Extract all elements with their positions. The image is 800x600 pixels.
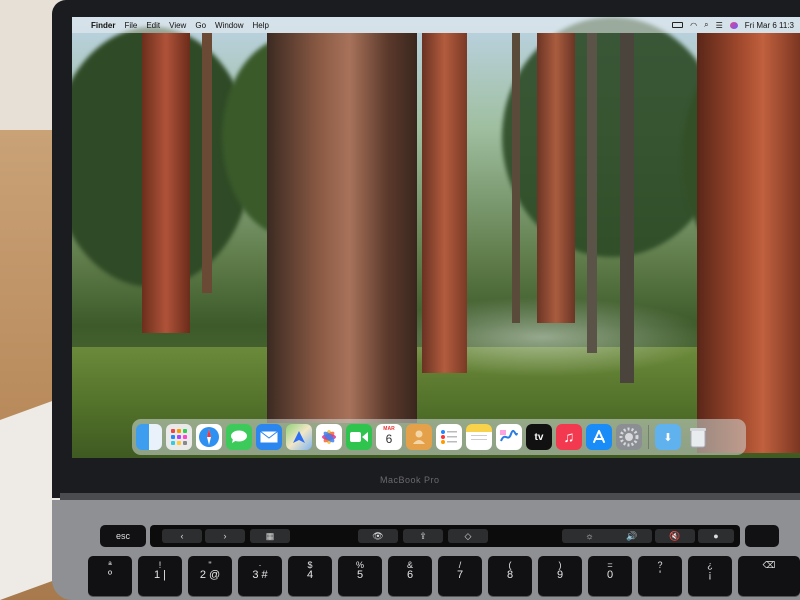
downloads-folder-icon[interactable]: ⬇ bbox=[655, 424, 681, 450]
esc-key[interactable]: esc bbox=[100, 525, 146, 547]
tree-trunk bbox=[512, 33, 520, 323]
touchbar-siri-icon[interactable]: ● bbox=[698, 529, 734, 543]
flower-icon bbox=[322, 430, 336, 444]
app-store-icon[interactable] bbox=[586, 424, 612, 450]
finder-icon[interactable] bbox=[136, 424, 162, 450]
launchpad-icon[interactable] bbox=[166, 424, 192, 450]
speech-bubble-icon bbox=[231, 430, 247, 443]
calendar-icon[interactable]: MAR 6 bbox=[376, 424, 402, 450]
key-9[interactable]: ) 9 bbox=[538, 556, 582, 596]
maps-icon[interactable] bbox=[286, 424, 312, 450]
control-center-icon[interactable]: ☰ bbox=[716, 21, 723, 30]
envelope-icon bbox=[260, 431, 278, 443]
search-icon[interactable]: ⌕ bbox=[704, 20, 708, 30]
menu-window[interactable]: Window bbox=[215, 21, 243, 30]
menu-help[interactable]: Help bbox=[252, 21, 268, 30]
music-note-icon: ♫ bbox=[563, 428, 575, 446]
battery-icon[interactable] bbox=[672, 22, 684, 28]
sequoia-trunk bbox=[142, 33, 190, 333]
person-icon bbox=[413, 430, 425, 444]
key-5[interactable]: % 5 bbox=[338, 556, 382, 596]
siri-icon[interactable] bbox=[729, 21, 738, 29]
touchbar-share-icon[interactable]: ⇪ bbox=[403, 529, 443, 543]
touchbar-mute-icon[interactable]: 🔇 bbox=[655, 529, 695, 543]
key-ordinal[interactable]: ªº bbox=[88, 556, 132, 596]
menu-bar: Finder File Edit View Go Window Help ◠ ⌕… bbox=[72, 17, 800, 33]
sequoia-trunk bbox=[422, 33, 467, 373]
menu-file[interactable]: File bbox=[124, 21, 137, 30]
delete-icon: ⌫ bbox=[762, 560, 776, 570]
key-0[interactable]: = 0 bbox=[588, 556, 632, 596]
touchbar-quicklook-icon[interactable]: 👁 bbox=[358, 529, 398, 543]
touchbar-volume-icon[interactable]: 🔊 bbox=[612, 529, 652, 543]
launchpad-grid-icon bbox=[171, 429, 187, 445]
tree-trunk bbox=[620, 33, 634, 383]
key-6[interactable]: & 6 bbox=[388, 556, 432, 596]
photos-icon[interactable] bbox=[316, 424, 342, 450]
dock: MAR 6 tv ♫ ⬇ bbox=[132, 419, 746, 455]
mail-icon[interactable] bbox=[256, 424, 282, 450]
app-store-a-icon bbox=[593, 430, 605, 443]
wifi-icon[interactable]: ◠ bbox=[690, 21, 697, 30]
note-lines-icon bbox=[471, 435, 487, 440]
macbook-logo: MacBook Pro bbox=[380, 475, 440, 485]
tv-label: tv bbox=[534, 431, 544, 443]
key-inverted-exclamation[interactable]: ¿ ¡ bbox=[688, 556, 732, 596]
menu-finder[interactable]: Finder bbox=[91, 21, 115, 30]
safari-icon[interactable] bbox=[196, 424, 222, 450]
key-1[interactable]: ! 1 | bbox=[138, 556, 182, 596]
laptop-screen: Finder File Edit View Go Window Help ◠ ⌕… bbox=[72, 17, 800, 458]
download-arrow-icon: ⬇ bbox=[663, 431, 673, 444]
touchbar-back-button[interactable]: ‹ bbox=[162, 529, 202, 543]
touch-id-button[interactable] bbox=[745, 525, 779, 547]
messages-icon[interactable] bbox=[226, 424, 252, 450]
facetime-icon[interactable] bbox=[346, 424, 372, 450]
key-7[interactable]: /7 bbox=[438, 556, 482, 596]
tv-icon[interactable]: tv bbox=[526, 424, 552, 450]
list-icon bbox=[441, 430, 457, 444]
sequoia-trunk bbox=[267, 33, 417, 423]
tree-trunk bbox=[202, 33, 212, 293]
menu-edit[interactable]: Edit bbox=[146, 21, 160, 30]
calendar-day: 6 bbox=[385, 432, 393, 446]
key-delete[interactable]: ⌫ bbox=[738, 556, 800, 596]
clock-datetime[interactable]: Fri Mar 6 11:3 bbox=[745, 21, 794, 30]
trash-icon[interactable] bbox=[685, 424, 711, 450]
tree-trunk bbox=[587, 33, 597, 353]
notes-icon[interactable] bbox=[466, 424, 492, 450]
map-pin-icon bbox=[293, 431, 305, 443]
key-4[interactable]: $4 bbox=[288, 556, 332, 596]
key-apostrophe[interactable]: ? ' bbox=[638, 556, 682, 596]
touchbar-forward-button[interactable]: › bbox=[205, 529, 245, 543]
dock-separator bbox=[648, 425, 649, 449]
scribble-icon bbox=[500, 429, 518, 442]
compass-icon bbox=[199, 427, 219, 447]
freeform-icon[interactable] bbox=[496, 424, 522, 450]
menu-view[interactable]: View bbox=[169, 21, 186, 30]
video-camera-icon bbox=[350, 432, 368, 442]
key-2[interactable]: " 2 @ bbox=[188, 556, 232, 596]
trash-can-icon bbox=[690, 428, 706, 448]
system-settings-icon[interactable] bbox=[616, 424, 642, 450]
touchbar-view-icon[interactable]: ▦ bbox=[250, 529, 290, 543]
touchbar-brightness-icon[interactable]: ☼ bbox=[562, 529, 617, 543]
sequoia-trunk bbox=[537, 33, 575, 323]
key-8[interactable]: (8 bbox=[488, 556, 532, 596]
gear-icon bbox=[619, 427, 639, 447]
reminders-icon[interactable] bbox=[436, 424, 462, 450]
sequoia-trunk bbox=[697, 33, 800, 453]
status-area: ◠ ⌕ ☰ Fri Mar 6 11:3 bbox=[672, 20, 800, 30]
key-3[interactable]: · 3 # bbox=[238, 556, 282, 596]
music-icon[interactable]: ♫ bbox=[556, 424, 582, 450]
menu-go[interactable]: Go bbox=[195, 21, 206, 30]
touchbar-tag-icon[interactable]: ◇ bbox=[448, 529, 488, 543]
contacts-icon[interactable] bbox=[406, 424, 432, 450]
